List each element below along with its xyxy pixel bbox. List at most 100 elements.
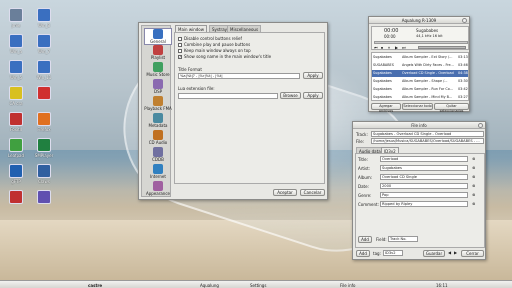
remove-field-icon[interactable]: ⊗	[472, 165, 475, 170]
playlist-time: 03:30	[458, 79, 468, 83]
desktop-icon[interactable]: Firefox	[31, 112, 57, 132]
desktop-icon[interactable]	[31, 190, 57, 205]
checkbox-box[interactable]	[178, 49, 182, 53]
sidebar-item-label: Playback FMA	[144, 106, 172, 111]
close-icon[interactable]	[462, 18, 467, 23]
sidebar-item[interactable]: Internet	[144, 164, 172, 179]
close-icon[interactable]	[478, 123, 483, 128]
desktop-icon[interactable]: Foxitll	[3, 112, 29, 132]
cancel-button[interactable]: Cancelar	[300, 189, 325, 196]
volume-slider[interactable]	[418, 46, 466, 49]
section-icon	[153, 45, 163, 55]
playlist-row[interactable]: Sugababes Album Sampler - Ext Story /... 0…	[372, 54, 468, 61]
sidebar-item[interactable]: Music Store	[144, 62, 172, 77]
desktop-icon[interactable]: Win_11	[31, 60, 57, 80]
taskbar-item-fileinfo[interactable]: File info	[340, 283, 355, 288]
desktop-icon[interactable]: Win_8	[31, 8, 57, 28]
desktop-icon[interactable]	[31, 86, 57, 101]
lua-browse-button[interactable]: Browse	[280, 92, 301, 99]
next-file-icon[interactable]: ▶	[454, 250, 457, 255]
desktop-icon[interactable]: SMPlayer	[31, 138, 57, 158]
checkbox-box[interactable]: ✓	[178, 55, 182, 59]
add-files-button[interactable]: Agregar archivos	[371, 103, 401, 113]
playlist-row[interactable]: SUGABABES Angels With Dirty Faces - Fre..…	[372, 62, 468, 69]
tag-field-input[interactable]: Overload	[380, 156, 468, 162]
tag-field-input[interactable]: Sugababes	[380, 165, 468, 171]
tag-label: tag:	[373, 251, 381, 256]
lua-extension-input[interactable]	[178, 93, 278, 99]
checkbox-label: Keep main window always on top	[184, 48, 251, 53]
select-all-button[interactable]: Seleccionar todo	[402, 103, 433, 110]
lua-apply-button[interactable]: Apply	[303, 92, 323, 99]
desktop-icon[interactable]: Leafpad	[3, 138, 29, 158]
fileinfo-window: File info Track: Sugababes - Overload CD…	[352, 121, 486, 260]
accept-button[interactable]: Aceptar	[273, 189, 297, 196]
taskbar-item-castre[interactable]: castre	[88, 283, 102, 288]
desktop-icon[interactable]: Win_5	[3, 60, 29, 80]
taskbar-item-settings[interactable]: Settings	[250, 283, 266, 288]
desktop-icon[interactable]	[3, 190, 29, 205]
prev-file-icon[interactable]: ◀	[448, 250, 451, 255]
option-checkbox[interactable]: Keep main window always on top	[178, 48, 251, 53]
file-path-field: /home/jesus/Musica/SUGABABES/Overload/SU…	[371, 138, 484, 144]
remove-field-icon[interactable]: ⊗	[472, 192, 475, 197]
desktop-icon-label: Win_5	[9, 75, 23, 80]
playlist-track: Album Sampler - Ext Story /...	[402, 55, 453, 59]
add-tag-button[interactable]: Add	[356, 250, 370, 257]
desktop-icon[interactable]: Win_a	[3, 34, 29, 54]
sidebar-item[interactable]: Metadata	[144, 113, 172, 128]
seek-bar[interactable]	[374, 41, 468, 44]
desktop-icon[interactable]: Win_7	[31, 34, 57, 54]
desktop: jrnie Win_8 Win_a Win_7 Win_5 Win_11 CA cra Fox…	[0, 0, 512, 288]
tag-select[interactable]: ID3v2	[383, 250, 403, 256]
pause-icon[interactable]: ⏸	[388, 45, 390, 50]
tag-field-input[interactable]: Pop	[380, 192, 468, 198]
tag-field-input[interactable]: 2000	[380, 183, 468, 189]
sidebar-item-label: Appearance	[145, 191, 171, 196]
remove-field-icon[interactable]: ⊗	[472, 156, 475, 161]
sidebar-item[interactable]: Appearance	[144, 181, 172, 196]
prev-icon[interactable]: ⏮	[374, 45, 378, 50]
sidebar-item[interactable]: Playback FMA	[144, 96, 172, 111]
remove-field-icon[interactable]: ⊗	[472, 201, 475, 206]
desktop-icon[interactable]: CA cra	[3, 86, 29, 106]
section-icon	[153, 62, 163, 72]
tag-field-input[interactable]: Overload CD Single	[380, 174, 468, 180]
tag-field-input[interactable]: Ripped by Ripley	[380, 201, 468, 207]
checkbox-box[interactable]	[178, 43, 182, 47]
option-checkbox[interactable]: ✓ Show song name in the main window's tit…	[178, 54, 271, 59]
remove-field-icon[interactable]: ⊗	[472, 183, 475, 188]
playlist-row[interactable]: Sugababes Album Sampler - Run For Co... 03…	[372, 86, 468, 93]
remove-selected-button[interactable]: Quitar seleccionados	[434, 103, 469, 113]
sidebar-item[interactable]: Playlist	[144, 45, 172, 60]
sidebar-item[interactable]: DSP	[144, 79, 172, 94]
playlist-row[interactable]: Sugababes Album Sampler - Mind My B... 03:…	[372, 94, 468, 100]
title-format-apply-button[interactable]: Apply	[303, 72, 323, 79]
sidebar-item[interactable]: CDDB	[144, 147, 172, 162]
id3v2-panel: Title: Overload ⊗ Artist: Sugababes ⊗ Album: Ov…	[355, 153, 485, 248]
sidebar-item[interactable]: CD Audio	[144, 130, 172, 145]
desktop-icon-label: Win_a	[10, 49, 22, 54]
title-format-input[interactable]: %a|%t|? - |%r|%t| - |%t|	[178, 73, 300, 79]
add-field-button[interactable]: Add	[358, 236, 372, 243]
sidebar-item[interactable]: General	[144, 28, 172, 45]
playlist-row[interactable]: Sugababes Album Sampler - Shape /... 03:30	[372, 78, 468, 85]
next-icon[interactable]: ⏭	[402, 45, 406, 50]
desktop-icon[interactable]: jrnie	[3, 8, 29, 28]
play-icon[interactable]: ▶	[395, 45, 398, 50]
playlist-row[interactable]: Sugababes Overload CD Single - Overload 04…	[372, 70, 468, 77]
desktop-icon[interactable]: gFTP	[3, 164, 29, 184]
option-checkbox[interactable]: Disable control buttons relief	[178, 36, 242, 41]
desktop-icon[interactable]: Claws	[31, 164, 57, 184]
taskbar-item-aqualung[interactable]: Aqualung	[200, 283, 219, 288]
remove-field-icon[interactable]: ⊗	[472, 174, 475, 179]
option-checkbox[interactable]: Combine play and pause buttons	[178, 42, 250, 47]
checkbox-box[interactable]	[178, 37, 182, 41]
app-icon	[9, 164, 23, 178]
field-select[interactable]: Track No.	[388, 236, 418, 242]
save-button[interactable]: Guardar	[423, 250, 445, 257]
desktop-icon-label: Win_7	[37, 49, 51, 54]
stop-icon[interactable]: ⏹	[381, 45, 383, 50]
close-button[interactable]: Cerrar	[461, 250, 484, 257]
app-icon	[37, 60, 51, 74]
